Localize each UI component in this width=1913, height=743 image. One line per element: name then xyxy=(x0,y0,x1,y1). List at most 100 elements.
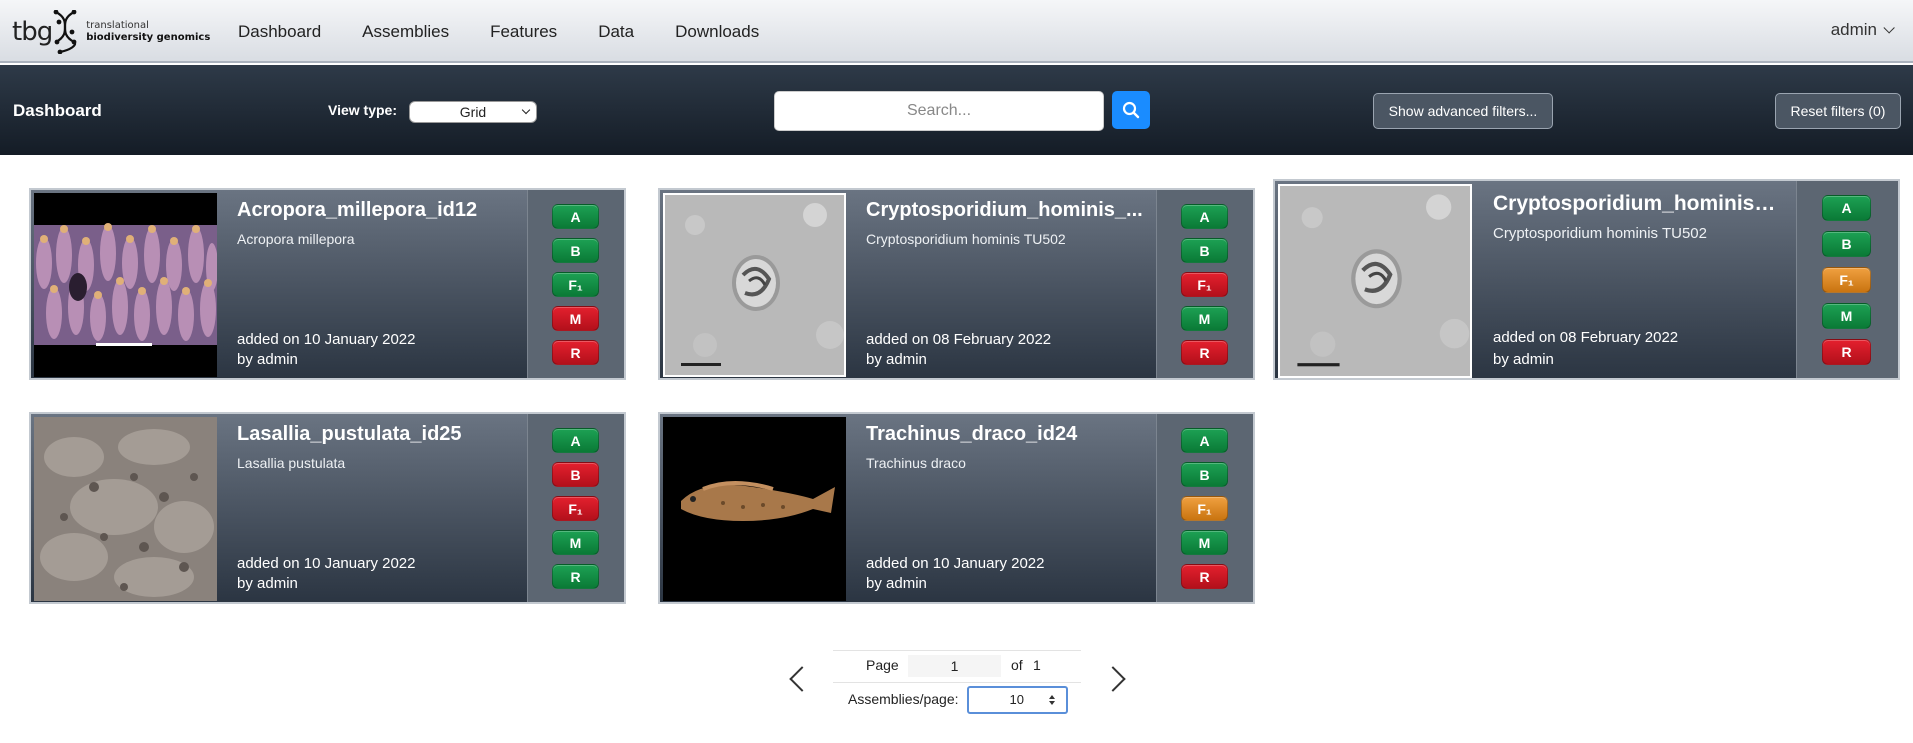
logo-short: tbg xyxy=(12,17,53,47)
species-name: Cryptosporidium hominis TU502 xyxy=(1493,225,1707,242)
nav-item-data[interactable]: Data xyxy=(598,22,634,42)
divider xyxy=(833,650,1081,651)
assembly-card[interactable]: Acropora_millepora_id12 Acropora millepo… xyxy=(29,188,626,380)
badge-r[interactable]: R xyxy=(552,564,599,589)
assembly-name[interactable]: Lasallia_pustulata_id25 xyxy=(237,423,517,446)
badge-f1[interactable]: F₁ xyxy=(1181,496,1228,521)
top-navbar: tbg translational biodiversity genomics … xyxy=(0,0,1913,63)
nav-item-dashboard[interactable]: Dashboard xyxy=(238,22,321,42)
badge-a[interactable]: A xyxy=(552,204,599,229)
nav-menu: Dashboard Assemblies Features Data Downl… xyxy=(238,0,800,63)
badge-b[interactable]: B xyxy=(552,462,599,487)
species-name: Cryptosporidium hominis TU502 xyxy=(866,231,1066,247)
per-page-stepper[interactable]: 10 xyxy=(967,686,1068,714)
badge-m[interactable]: M xyxy=(1181,306,1228,331)
badge-f1[interactable]: F₁ xyxy=(1822,267,1871,293)
coral-image xyxy=(34,223,217,346)
badge-m[interactable]: M xyxy=(1181,530,1228,555)
view-type-select[interactable]: Grid xyxy=(409,101,537,123)
divider xyxy=(833,682,1081,683)
badge-a[interactable]: A xyxy=(552,428,599,453)
nav-item-downloads[interactable]: Downloads xyxy=(675,22,759,42)
logo-line2: biodiversity genomics xyxy=(86,32,211,43)
assembly-thumbnail xyxy=(34,417,217,601)
status-badges: A B F₁ M R xyxy=(1796,181,1898,378)
tbg-logo[interactable]: tbg translational biodiversity genomics xyxy=(12,8,212,56)
added-by: by admin xyxy=(866,575,927,592)
badge-b[interactable]: B xyxy=(552,238,599,263)
status-badges: A B F₁ M R xyxy=(527,414,624,602)
fish-image xyxy=(663,417,846,601)
added-by: by admin xyxy=(237,351,298,368)
logo-line1: translational xyxy=(86,20,149,31)
status-badges: A B F₁ M R xyxy=(527,190,624,378)
advanced-filters-button[interactable]: Show advanced filters... xyxy=(1373,93,1553,129)
nav-item-assemblies[interactable]: Assemblies xyxy=(362,22,449,42)
pagination: Page 1 of 1 Assemblies/page: 10 xyxy=(0,650,1913,743)
per-page-label: Assemblies/page: xyxy=(848,691,959,707)
badge-f1[interactable]: F₁ xyxy=(552,496,599,521)
search-button[interactable] xyxy=(1112,91,1150,129)
view-type-label: View type: xyxy=(328,102,397,118)
status-badges: A B F₁ M R xyxy=(1156,414,1253,602)
species-name: Lasallia pustulata xyxy=(237,455,346,471)
badge-f1[interactable]: F₁ xyxy=(1181,272,1228,297)
badge-b[interactable]: B xyxy=(1181,238,1228,263)
badge-b[interactable]: B xyxy=(1181,462,1228,487)
lichen-image xyxy=(34,417,217,601)
badge-r[interactable]: R xyxy=(1181,340,1228,365)
total-pages: 1 xyxy=(1033,657,1041,673)
page-input[interactable]: 1 xyxy=(908,655,1001,677)
species-name: Trachinus draco xyxy=(866,455,966,471)
badge-r[interactable]: R xyxy=(552,340,599,365)
previous-page-button[interactable] xyxy=(789,666,815,692)
added-date: added on 10 January 2022 xyxy=(866,555,1045,572)
assembly-name[interactable]: Acropora_millepora_id12 xyxy=(237,199,517,222)
assembly-name[interactable]: Trachinus_draco_id24 xyxy=(866,423,1146,446)
spinner-arrows-icon xyxy=(1049,695,1055,705)
search-icon xyxy=(1122,101,1140,119)
badge-b[interactable]: B xyxy=(1822,231,1871,257)
badge-r[interactable]: R xyxy=(1181,564,1228,589)
species-name: Acropora millepora xyxy=(237,231,355,247)
page-label: Page xyxy=(866,657,899,673)
badge-f1[interactable]: F₁ xyxy=(552,272,599,297)
badge-m[interactable]: M xyxy=(1822,303,1871,329)
assembly-thumbnail xyxy=(663,417,846,601)
added-date: added on 10 January 2022 xyxy=(237,331,416,348)
added-date: added on 08 February 2022 xyxy=(866,331,1052,348)
dashboard-toolbar: Dashboard View type: Grid Search... Show… xyxy=(0,65,1913,155)
next-page-button[interactable] xyxy=(1100,666,1126,692)
added-by: by admin xyxy=(866,351,927,368)
added-by: by admin xyxy=(1493,351,1554,368)
badge-m[interactable]: M xyxy=(552,530,599,555)
chevron-down-icon xyxy=(521,105,531,115)
reset-filters-button[interactable]: Reset filters (0) xyxy=(1775,93,1901,129)
microscope-image xyxy=(1280,186,1470,376)
added-date: added on 08 February 2022 xyxy=(1493,329,1679,346)
badge-r[interactable]: R xyxy=(1822,339,1871,365)
badge-a[interactable]: A xyxy=(1181,204,1228,229)
logo-text: translational biodiversity genomics xyxy=(86,20,210,44)
assembly-name[interactable]: Cryptosporidium_hominis_... xyxy=(866,199,1146,222)
assembly-name[interactable]: Cryptosporidium_hominis_... xyxy=(1493,192,1783,216)
per-page-value: 10 xyxy=(1009,692,1024,707)
badge-a[interactable]: A xyxy=(1822,195,1871,221)
microscope-image xyxy=(665,195,844,375)
user-menu[interactable]: admin xyxy=(1831,20,1895,40)
assembly-thumbnail xyxy=(34,193,217,377)
added-by: by admin xyxy=(237,575,298,592)
page-title: Dashboard xyxy=(13,101,102,120)
status-badges: A B F₁ M R xyxy=(1156,190,1253,378)
added-date: added on 10 January 2022 xyxy=(237,555,416,572)
badge-m[interactable]: M xyxy=(552,306,599,331)
view-type-value: Grid xyxy=(459,104,487,120)
assembly-card[interactable]: Cryptosporidium_hominis_... Cryptosporid… xyxy=(658,188,1255,380)
assembly-thumbnail xyxy=(1278,184,1472,378)
assembly-card[interactable]: Cryptosporidium_hominis_... Cryptosporid… xyxy=(1273,179,1900,380)
assembly-card[interactable]: Trachinus_draco_id24 Trachinus draco add… xyxy=(658,412,1255,604)
assembly-card[interactable]: Lasallia_pustulata_id25 Lasallia pustula… xyxy=(29,412,626,604)
nav-item-features[interactable]: Features xyxy=(490,22,557,42)
search-input[interactable]: Search... xyxy=(774,91,1104,131)
badge-a[interactable]: A xyxy=(1181,428,1228,453)
